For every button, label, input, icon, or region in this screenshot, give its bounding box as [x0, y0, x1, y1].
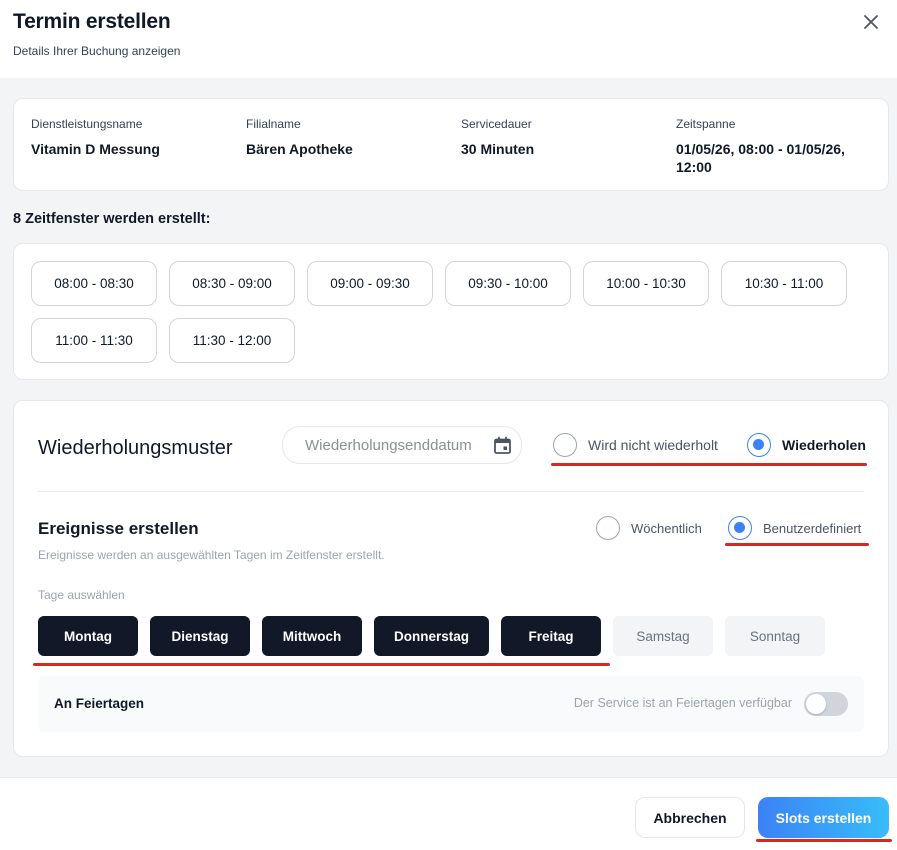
- repeat-pattern-card: Wiederholungsmuster Wird nicht wiederhol…: [13, 400, 889, 757]
- day-button-samstag[interactable]: Samstag: [613, 616, 713, 656]
- radio-circle[interactable]: [553, 433, 577, 457]
- calendar-icon[interactable]: [493, 436, 512, 455]
- time-slot[interactable]: 09:30 - 10:00: [445, 261, 571, 306]
- holiday-row: An Feiertagen Der Service ist an Feierta…: [38, 676, 864, 732]
- divider: [38, 491, 864, 492]
- info-label: Servicedauer: [461, 117, 532, 131]
- radio-custom[interactable]: Benutzerdefiniert: [728, 516, 861, 540]
- day-button-freitag[interactable]: Freitag: [501, 616, 601, 656]
- info-value: 30 Minuten: [461, 141, 535, 157]
- info-duration: Servicedauer 30 Minuten: [461, 117, 661, 158]
- time-slot[interactable]: 09:00 - 09:30: [307, 261, 433, 306]
- radio-weekly[interactable]: Wöchentlich: [596, 516, 702, 540]
- annotation-underline: [551, 463, 867, 466]
- dialog-title: Termin erstellen: [13, 10, 171, 33]
- booking-info-card: Dienstleistungsname Vitamin D Messung Fi…: [13, 98, 889, 191]
- time-slot[interactable]: 10:00 - 10:30: [583, 261, 709, 306]
- radio-repeat[interactable]: Wiederholen: [747, 433, 866, 457]
- day-button-montag[interactable]: Montag: [38, 616, 138, 656]
- day-button-sonntag[interactable]: Sonntag: [725, 616, 825, 656]
- slots-heading: 8 Zeitfenster werden erstellt:: [13, 211, 211, 227]
- radio-label: Benutzerdefiniert: [763, 520, 862, 536]
- info-label: Dienstleistungsname: [31, 117, 143, 131]
- time-slot[interactable]: 10:30 - 11:00: [721, 261, 847, 306]
- events-title: Ereignisse erstellen: [38, 519, 199, 538]
- time-slot[interactable]: 11:30 - 12:00: [169, 318, 295, 363]
- info-service: Dienstleistungsname Vitamin D Messung: [31, 117, 231, 158]
- info-label: Zeitspanne: [676, 117, 736, 131]
- events-description: Ereignisse werden an ausgewählten Tagen …: [38, 548, 385, 562]
- holiday-description: Der Service ist an Feiertagen verfügbar: [573, 696, 792, 710]
- repeat-title: Wiederholungsmuster: [38, 437, 233, 459]
- dialog-subtitle: Details Ihrer Buchung anzeigen: [13, 44, 181, 58]
- day-button-mittwoch[interactable]: Mittwoch: [262, 616, 362, 656]
- radio-circle-checked[interactable]: [747, 433, 771, 457]
- dialog-header: Termin erstellen Details Ihrer Buchung a…: [0, 0, 897, 78]
- holiday-toggle[interactable]: [804, 692, 848, 716]
- toggle-knob: [806, 694, 826, 714]
- info-value: Vitamin D Messung: [31, 141, 160, 157]
- info-label: Filialname: [246, 117, 301, 131]
- info-branch: Filialname Bären Apotheke: [246, 117, 446, 158]
- time-slots-card: 08:00 - 08:30 08:30 - 09:00 09:00 - 09:3…: [13, 243, 889, 380]
- radio-label: Wird nicht wiederholt: [588, 437, 718, 453]
- time-slot[interactable]: 08:30 - 09:00: [169, 261, 295, 306]
- annotation-underline: [33, 663, 610, 666]
- radio-label: Wöchentlich: [631, 520, 702, 536]
- info-value: Bären Apotheke: [246, 141, 353, 157]
- radio-label: Wiederholen: [782, 437, 866, 453]
- create-slots-button[interactable]: Slots erstellen: [758, 797, 889, 838]
- radio-no-repeat[interactable]: Wird nicht wiederholt: [553, 433, 718, 457]
- dialog-body: Dienstleistungsname Vitamin D Messung Fi…: [0, 78, 897, 777]
- time-slot[interactable]: 11:00 - 11:30: [31, 318, 157, 363]
- radio-circle-checked[interactable]: [728, 516, 752, 540]
- day-button-dienstag[interactable]: Dienstag: [150, 616, 250, 656]
- annotation-underline: [756, 839, 892, 842]
- radio-circle[interactable]: [596, 516, 620, 540]
- day-button-donnerstag[interactable]: Donnerstag: [374, 616, 489, 656]
- close-icon[interactable]: [859, 10, 883, 34]
- repeat-end-date-field[interactable]: [282, 426, 522, 464]
- annotation-underline: [725, 543, 869, 546]
- days-label: Tage auswählen: [38, 588, 125, 602]
- repeat-end-date-input[interactable]: [305, 436, 485, 454]
- info-value: 01/05/26, 08:00 - 01/05/26, 12:00: [676, 141, 845, 175]
- holiday-label: An Feiertagen: [54, 696, 145, 711]
- time-slot[interactable]: 08:00 - 08:30: [31, 261, 157, 306]
- cancel-button[interactable]: Abbrechen: [635, 797, 745, 838]
- info-timespan: Zeitspanne 01/05/26, 08:00 - 01/05/26, 1…: [676, 117, 866, 176]
